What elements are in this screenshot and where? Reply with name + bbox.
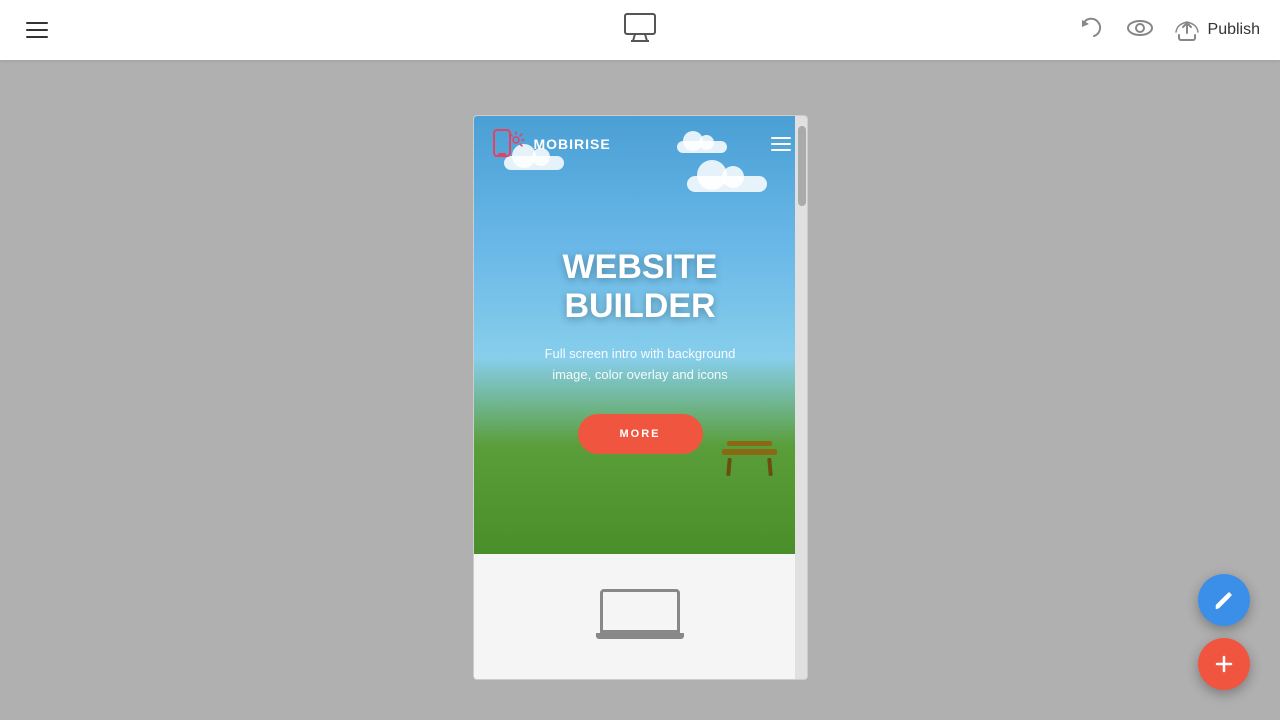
preview-nav: MOBIRISE: [474, 116, 807, 171]
plus-icon: [1213, 653, 1235, 675]
preview-bottom-section: [474, 554, 807, 679]
hero-cta-button[interactable]: MORE: [578, 414, 703, 454]
fab-edit-button[interactable]: [1198, 574, 1250, 626]
preview-hero-section: WEBSITE BUILDER Full screen intro with b…: [474, 116, 807, 556]
monitor-icon[interactable]: [621, 9, 659, 52]
preview-content: WEBSITE BUILDER Full screen intro with b…: [474, 116, 807, 679]
hero-subtitle: Full screen intro with background image,…: [530, 344, 750, 386]
publish-label: Publish: [1208, 21, 1260, 39]
undo-icon[interactable]: [1076, 13, 1106, 48]
publish-button[interactable]: Publish: [1174, 17, 1260, 43]
preview-logo: MOBIRISE: [490, 126, 611, 162]
preview-logo-text: MOBIRISE: [534, 136, 611, 152]
toolbar-center: [621, 9, 659, 52]
laptop-icon: [600, 589, 680, 644]
fab-add-button[interactable]: [1198, 638, 1250, 690]
hero-title: WEBSITE BUILDER: [563, 248, 718, 326]
preview-nav-menu-icon[interactable]: [771, 137, 791, 151]
pencil-icon: [1213, 589, 1235, 611]
toolbar-left: [20, 16, 54, 44]
laptop-screen: [600, 589, 680, 633]
mobirise-logo-icon: [490, 126, 526, 162]
preview-scrollbar[interactable]: [795, 116, 807, 679]
menu-icon[interactable]: [20, 16, 54, 44]
canvas-area: WEBSITE BUILDER Full screen intro with b…: [0, 60, 1280, 720]
hero-overlay: WEBSITE BUILDER Full screen intro with b…: [474, 116, 807, 556]
laptop-base: [596, 633, 684, 639]
toolbar-right: Publish: [1076, 12, 1260, 49]
preview-eye-icon[interactable]: [1124, 12, 1156, 49]
toolbar: Publish: [0, 0, 1280, 60]
preview-frame: WEBSITE BUILDER Full screen intro with b…: [473, 115, 808, 680]
fab-container: [1198, 574, 1250, 690]
